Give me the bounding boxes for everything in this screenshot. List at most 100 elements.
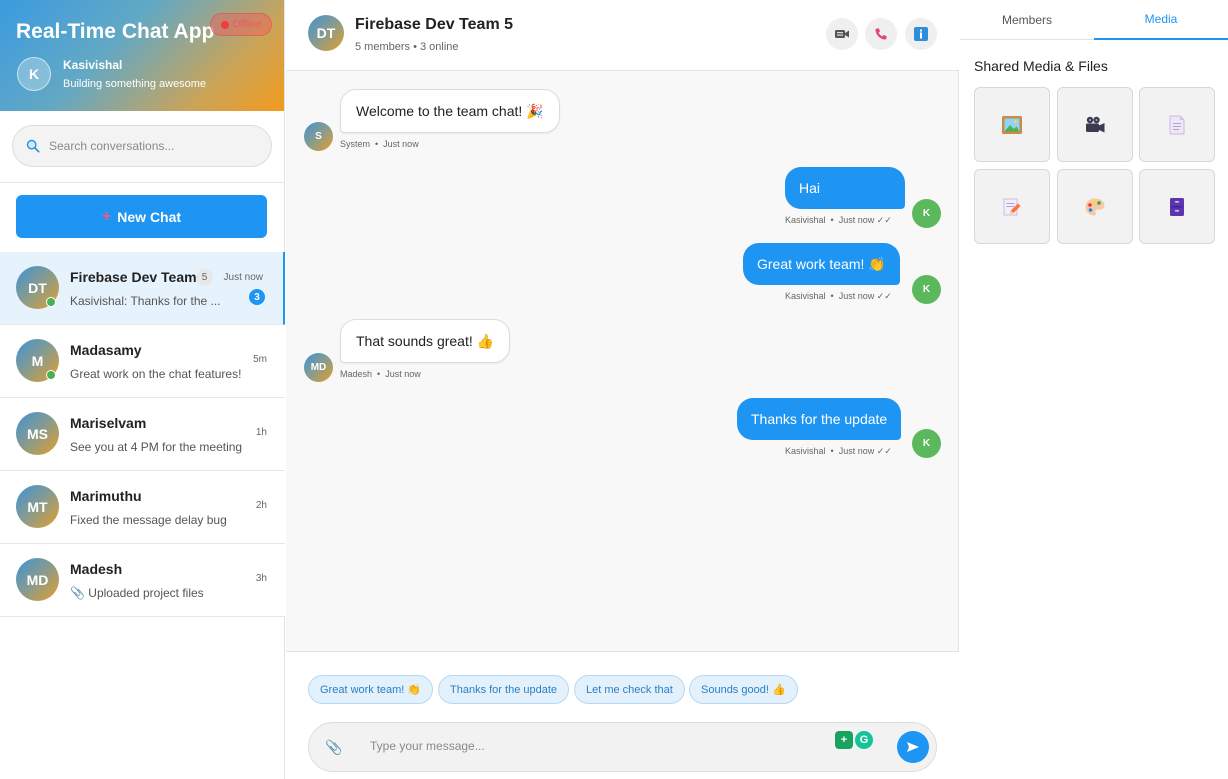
media-tile[interactable] bbox=[974, 169, 1050, 244]
sidebar: Real-Time Chat App Offline K Kasivishal … bbox=[0, 0, 285, 779]
tab-members[interactable]: Members bbox=[960, 0, 1094, 40]
search-section bbox=[0, 111, 284, 183]
design-file-icon bbox=[1085, 198, 1105, 215]
unread-badge: 3 bbox=[249, 289, 265, 305]
current-user-avatar[interactable]: K bbox=[17, 57, 51, 91]
info-icon bbox=[914, 27, 928, 41]
archive-file-icon bbox=[1170, 197, 1184, 216]
send-button[interactable] bbox=[897, 731, 929, 763]
message-avatar: K bbox=[912, 275, 941, 304]
message-bubble[interactable]: That sounds great! 👍 bbox=[340, 319, 511, 363]
message-input-box[interactable]: 📎 + G bbox=[308, 722, 937, 772]
conversation-time: Just now bbox=[223, 272, 263, 283]
extension-add-icon[interactable]: + bbox=[835, 731, 853, 749]
info-button[interactable] bbox=[905, 18, 937, 50]
media-tile[interactable] bbox=[1139, 87, 1215, 162]
video-call-icon bbox=[835, 30, 849, 38]
media-tile[interactable] bbox=[1057, 87, 1133, 162]
quick-reply-chip[interactable]: Great work team! 👏 bbox=[308, 675, 434, 704]
chat-header: DT Firebase Dev Team 5 5 members • 3 onl… bbox=[286, 0, 959, 71]
tab-media[interactable]: Media bbox=[1094, 0, 1228, 40]
new-chat-label: New Chat bbox=[117, 208, 182, 225]
online-indicator bbox=[46, 297, 56, 307]
online-indicator bbox=[46, 370, 56, 380]
conversation-preview: Great work on the chat features! bbox=[70, 367, 242, 381]
composer: Great work team! 👏 Thanks for the update… bbox=[286, 651, 959, 779]
message-avatar: MD bbox=[304, 353, 333, 382]
message-bubble[interactable]: Welcome to the team chat! 🎉 bbox=[340, 89, 560, 133]
conversation-time: 1h bbox=[255, 427, 267, 438]
conversation-preview: 📎 Uploaded project files bbox=[70, 586, 204, 600]
new-chat-button[interactable]: + New Chat bbox=[16, 195, 267, 238]
conversation-name: Madesh bbox=[70, 561, 123, 577]
phone-icon bbox=[875, 28, 887, 40]
conversation-name: Marimuthu bbox=[70, 488, 142, 504]
app-title: Real-Time Chat App bbox=[16, 20, 215, 43]
conversation-avatar: MD bbox=[16, 558, 59, 601]
panel-tabs: Members Media bbox=[960, 0, 1228, 40]
plus-icon: + bbox=[101, 207, 112, 225]
message-bubble[interactable]: Thanks for the update bbox=[737, 398, 902, 440]
message-sender: Kasivishal bbox=[785, 291, 826, 301]
media-tile[interactable] bbox=[1139, 169, 1215, 244]
conversation-avatar: MT bbox=[16, 485, 59, 528]
voice-call-button[interactable] bbox=[865, 18, 897, 50]
message-meta: Madesh • Just now bbox=[340, 369, 421, 379]
connection-status-badge: Offline bbox=[210, 13, 272, 36]
read-receipt-icon: ✓✓ bbox=[876, 215, 892, 225]
current-user-status: Building something awesome bbox=[63, 78, 207, 90]
search-box[interactable] bbox=[12, 125, 272, 167]
conversation-preview: Fixed the message delay bug bbox=[70, 513, 227, 527]
message-meta: Kasivishal • Just now ✓✓ bbox=[785, 291, 892, 301]
chat-window: DT Firebase Dev Team 5 5 members • 3 onl… bbox=[286, 0, 959, 779]
quick-reply-chip[interactable]: Let me check that bbox=[574, 675, 685, 704]
media-tile[interactable] bbox=[974, 87, 1050, 162]
member-count-badge: 5 bbox=[196, 269, 213, 286]
quick-reply-chip[interactable]: Thanks for the update bbox=[438, 675, 570, 704]
message-time: Just now bbox=[838, 446, 875, 456]
conversation-time: 5m bbox=[253, 354, 267, 365]
read-receipt-icon: ✓✓ bbox=[876, 291, 892, 301]
chat-avatar[interactable]: DT bbox=[308, 15, 344, 51]
conversation-item[interactable]: M Madasamy Great work on the chat featur… bbox=[0, 325, 285, 398]
message-bubble[interactable]: Great work team! 👏 bbox=[743, 243, 900, 285]
message-time: Just now bbox=[383, 139, 419, 149]
message-meta: System • Just now bbox=[340, 139, 419, 149]
conversation-name: Madasamy bbox=[70, 342, 142, 358]
message-time: Just now bbox=[838, 291, 875, 301]
read-receipt-icon: ✓✓ bbox=[876, 446, 892, 456]
message-avatar: K bbox=[912, 429, 941, 458]
message-sender: System bbox=[340, 139, 371, 149]
conversation-time: 2h bbox=[255, 500, 267, 511]
chat-subtitle: 5 members • 3 online bbox=[355, 41, 459, 53]
conversation-item[interactable]: MT Marimuthu Fixed the message delay bug… bbox=[0, 471, 285, 544]
conversation-item[interactable]: DT Firebase Dev Team 5 Kasivishal: Thank… bbox=[0, 252, 285, 325]
conversation-item[interactable]: MS Mariselvam See you at 4 PM for the me… bbox=[0, 398, 285, 471]
grammarly-icon[interactable]: G bbox=[855, 731, 873, 749]
shared-media-title: Shared Media & Files bbox=[974, 58, 1108, 74]
note-file-icon bbox=[1003, 198, 1021, 215]
message-sender: Kasivishal bbox=[785, 215, 826, 225]
conversation-preview: Kasivishal: Thanks for the ... bbox=[70, 294, 221, 308]
message-meta: Kasivishal • Just now ✓✓ bbox=[785, 446, 892, 456]
search-input[interactable] bbox=[49, 139, 249, 153]
send-icon bbox=[907, 742, 919, 752]
media-tile[interactable] bbox=[1057, 169, 1133, 244]
quick-reply-chip[interactable]: Sounds good! 👍 bbox=[689, 675, 798, 704]
document-file-icon bbox=[1169, 115, 1185, 134]
message-avatar: S bbox=[304, 122, 333, 151]
status-dot-icon bbox=[220, 20, 229, 29]
connection-status-label: Offline bbox=[232, 19, 262, 30]
conversation-item[interactable]: MD Madesh 📎 Uploaded project files 3h bbox=[0, 544, 285, 617]
conversation-preview: See you at 4 PM for the meeting bbox=[70, 440, 243, 454]
video-call-button[interactable] bbox=[826, 18, 858, 50]
attachment-icon[interactable]: 📎 bbox=[325, 739, 342, 756]
message-meta: Kasivishal • Just now ✓✓ bbox=[785, 215, 892, 225]
details-panel: Members Media Shared Media & Files bbox=[960, 0, 1228, 779]
conversation-name: Mariselvam bbox=[70, 415, 147, 431]
message-sender: Madesh bbox=[340, 369, 373, 379]
image-file-icon bbox=[1002, 115, 1022, 134]
message-input[interactable] bbox=[370, 739, 810, 753]
message-bubble[interactable]: Hai bbox=[785, 167, 905, 209]
video-file-icon bbox=[1086, 116, 1105, 132]
